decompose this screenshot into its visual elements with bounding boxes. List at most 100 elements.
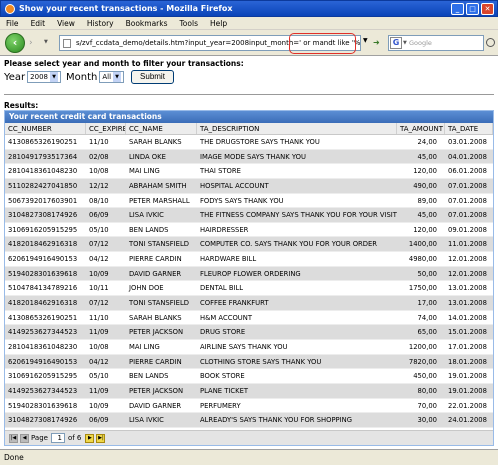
cc-name-cell: SARAH BLANKS bbox=[129, 138, 182, 146]
table-row[interactable]: 5194028301639618 10/09 DAVID GARNER PERFUME… bbox=[5, 399, 493, 414]
minimize-button[interactable]: _ bbox=[451, 3, 464, 15]
table-row[interactable]: 4149253627344523 11/09 PETER JACKSON DRUG S… bbox=[5, 325, 493, 340]
search-engine-dropdown-icon[interactable]: ▼ bbox=[403, 36, 407, 50]
menu-edit[interactable]: Edit bbox=[25, 19, 52, 28]
first-page-icon[interactable]: |◀ bbox=[9, 433, 18, 443]
search-engine-icon[interactable]: G bbox=[390, 37, 402, 49]
cc-name-cell: TONI STANSFIELD bbox=[129, 240, 189, 249]
menu-history[interactable]: History bbox=[81, 19, 120, 28]
chevron-down-icon[interactable]: ▼ bbox=[50, 72, 58, 82]
ta-date-cell: 07.01.2008 bbox=[448, 181, 487, 190]
cc-number-cell: 3106916205915295 bbox=[8, 372, 78, 381]
status-text: Done bbox=[4, 453, 24, 462]
ta-description-cell: HARDWARE BILL bbox=[200, 255, 257, 264]
table-row[interactable]: 2810418361048230 10/08 MAI LING THAI STORE 1… bbox=[5, 164, 493, 179]
menu-bar: File Edit View History Bookmarks Tools H… bbox=[0, 17, 498, 30]
ta-date-cell: 07.01.2008 bbox=[448, 196, 487, 205]
table-row[interactable]: 5104784134789216 10/11 JOHN DOE DENTAL BILL… bbox=[5, 281, 493, 297]
cc-expire-cell: 11/10 bbox=[89, 138, 109, 146]
table-row[interactable]: 3106916205915295 05/10 BEN LANDS HAIRDRESSE… bbox=[5, 223, 493, 238]
month-select[interactable]: All ▼ bbox=[99, 71, 125, 83]
cc-expire-cell: 10/09 bbox=[89, 401, 109, 410]
ta-amount-cell: 24,00 bbox=[417, 138, 437, 146]
column-header[interactable]: CC_NAME bbox=[126, 123, 197, 134]
cc-name-cell: JOHN DOE bbox=[129, 284, 164, 293]
prev-page-icon[interactable]: ◀ bbox=[20, 433, 29, 443]
table-row[interactable]: 5194028301639618 10/09 DAVID GARNER FLEUROP… bbox=[5, 266, 493, 282]
year-select-value: 2008 bbox=[30, 73, 48, 81]
ta-amount-cell: 120,00 bbox=[413, 167, 437, 176]
ta-date-cell: 06.01.2008 bbox=[448, 167, 487, 176]
cc-name-cell: MAI LING bbox=[129, 342, 160, 351]
menu-tools[interactable]: Tools bbox=[174, 19, 204, 28]
cc-expire-cell: 11/09 bbox=[89, 386, 109, 395]
table-row[interactable]: 3104827308174926 06/09 LISA IVKIC THE FITNE… bbox=[5, 208, 493, 223]
column-header[interactable]: TA_AMOUNT bbox=[397, 123, 445, 134]
search-placeholder: Google bbox=[409, 39, 432, 47]
cc-number-cell: 4130865326190251 bbox=[8, 138, 78, 146]
table-row[interactable]: 4130865326190251 11/10 SARAH BLANKS THE DRU… bbox=[5, 135, 493, 150]
ta-amount-cell: 80,00 bbox=[417, 386, 437, 395]
close-button[interactable]: ✕ bbox=[481, 3, 494, 15]
last-page-icon[interactable]: ▶| bbox=[96, 433, 106, 443]
table-row[interactable]: 6206194916490153 04/12 PIERRE CARDIN CLOTHI… bbox=[5, 354, 493, 370]
ta-amount-cell: 450,00 bbox=[413, 372, 437, 381]
next-page-icon[interactable]: ▶ bbox=[85, 433, 95, 443]
table-row[interactable]: 5110282427041850 12/12 ABRAHAM SMITH HOSPIT… bbox=[5, 178, 493, 194]
column-header[interactable]: TA_DATE bbox=[445, 123, 493, 134]
cc-expire-cell: 04/12 bbox=[89, 255, 109, 264]
ta-description-cell: BOOK STORE bbox=[200, 372, 245, 381]
search-input[interactable]: G ▼ Google bbox=[388, 35, 484, 51]
menu-bookmarks[interactable]: Bookmarks bbox=[120, 19, 174, 28]
back-button[interactable]: ‹ bbox=[5, 33, 25, 53]
cc-expire-cell: 07/12 bbox=[89, 299, 109, 308]
url-dropdown-icon[interactable]: ▼ bbox=[363, 37, 368, 44]
navigation-toolbar: ‹ › ▼ s/zvf_ccdata_demo/details.htm?inpu… bbox=[0, 30, 498, 56]
ta-amount-cell: 1750,00 bbox=[408, 284, 437, 293]
ta-description-cell: FODYS SAYS THANK YOU bbox=[200, 196, 284, 205]
window-title: Show your recent transactions - Mozilla … bbox=[19, 4, 233, 13]
table-row[interactable]: 2810418361048230 10/08 MAI LING AIRLINE SAY… bbox=[5, 340, 493, 355]
ta-date-cell: 24.01.2008 bbox=[448, 416, 487, 425]
go-arrow-icon[interactable]: ➜ bbox=[373, 38, 383, 48]
ta-amount-cell: 17,00 bbox=[417, 299, 437, 308]
table-row[interactable]: 4130865326190251 11/10 SARAH BLANKS H&M ACC… bbox=[5, 311, 493, 326]
table-row[interactable]: 2810491793517364 02/08 LINDA OKE IMAGE MODE… bbox=[5, 149, 493, 165]
column-header[interactable]: CC_NUMBER bbox=[5, 123, 86, 134]
ta-date-cell: 04.01.2008 bbox=[448, 152, 487, 161]
ta-description-cell: ALREADY'S SAYS THANK YOU FOR SHOPPING bbox=[200, 416, 353, 425]
forward-button[interactable]: › bbox=[29, 37, 43, 50]
search-icon[interactable] bbox=[486, 38, 495, 47]
ta-description-cell: FLEUROP FLOWER ORDERING bbox=[200, 269, 301, 278]
year-select[interactable]: 2008 ▼ bbox=[27, 71, 61, 83]
chevron-down-icon[interactable]: ▼ bbox=[113, 72, 122, 82]
table-row[interactable]: 4149253627344523 11/09 PETER JACKSON PLANE … bbox=[5, 383, 493, 399]
table-row[interactable]: 4182018462916318 07/12 TONI STANSFIELD COMP… bbox=[5, 237, 493, 253]
submit-button[interactable]: Submit bbox=[131, 70, 174, 84]
ta-amount-cell: 70,00 bbox=[417, 401, 437, 410]
cc-name-cell: PETER JACKSON bbox=[129, 386, 184, 395]
ta-date-cell: 22.01.2008 bbox=[448, 401, 487, 410]
menu-view[interactable]: View bbox=[51, 19, 81, 28]
ta-description-cell: H&M ACCOUNT bbox=[200, 313, 253, 322]
menu-help[interactable]: Help bbox=[204, 19, 233, 28]
cc-name-cell: DAVID GARNER bbox=[129, 269, 182, 278]
history-dropdown-icon[interactable]: ▼ bbox=[44, 39, 48, 45]
ta-amount-cell: 120,00 bbox=[413, 225, 437, 234]
cc-name-cell: BEN LANDS bbox=[129, 225, 169, 234]
ta-description-cell: PERFUMERY bbox=[200, 401, 241, 410]
column-header[interactable]: TA_DESCRIPTION bbox=[197, 123, 397, 134]
cc-name-cell: PIERRE CARDIN bbox=[129, 255, 182, 264]
page-input[interactable]: 1 bbox=[50, 433, 65, 443]
table-row[interactable]: 5067392017603901 08/10 PETER MARSHALL FODYS… bbox=[5, 194, 493, 209]
table-row[interactable]: 6206194916490153 04/12 PIERRE CARDIN HARDWA… bbox=[5, 252, 493, 267]
table-row[interactable]: 3106916205915295 05/10 BEN LANDS BOOK STORE… bbox=[5, 369, 493, 384]
grid-title: Your recent credit card transactions bbox=[5, 111, 493, 123]
menu-file[interactable]: File bbox=[0, 19, 25, 28]
table-row[interactable]: 4182018462916318 07/12 TONI STANSFIELD COFF… bbox=[5, 296, 493, 311]
cc-name-cell: PETER MARSHALL bbox=[129, 196, 190, 205]
table-row[interactable]: 3104827308174926 06/09 LISA IVKIC ALREADY'S… bbox=[5, 413, 493, 428]
maximize-button[interactable]: □ bbox=[466, 3, 479, 15]
cc-number-cell: 4182018462916318 bbox=[8, 299, 78, 308]
column-header[interactable]: CC_EXPIRE bbox=[86, 123, 126, 134]
